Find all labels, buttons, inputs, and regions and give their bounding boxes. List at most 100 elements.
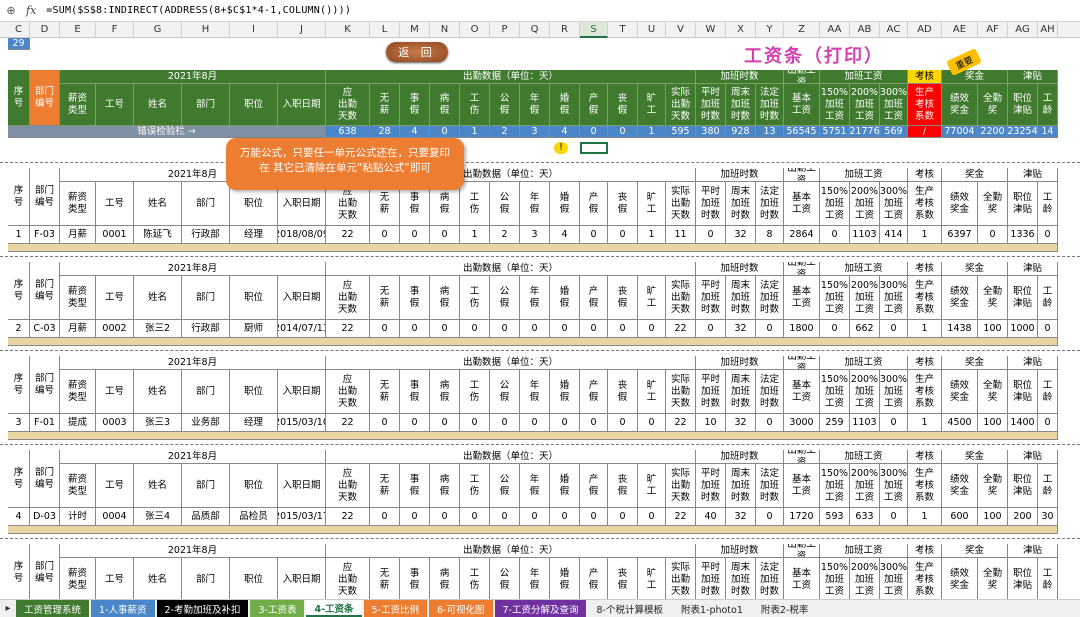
data-cell[interactable]: 0001 <box>96 226 134 244</box>
data-cell[interactable]: 0 <box>490 508 520 526</box>
data-cell[interactable]: 陈延飞 <box>134 226 182 244</box>
data-cell[interactable]: 0 <box>550 320 580 338</box>
data-cell[interactable]: 2 <box>8 320 30 338</box>
formula-input[interactable]: =SUM($S$8:INDIRECT(ADDRESS(8+$C$1*4-1,CO… <box>46 5 351 16</box>
data-cell[interactable]: 经理 <box>230 414 278 432</box>
data-cell[interactable]: 11 <box>666 226 696 244</box>
data-cell[interactable]: 业务部 <box>182 414 230 432</box>
column-header-ag[interactable]: AG <box>1008 22 1038 38</box>
data-cell[interactable]: 1103 <box>850 226 880 244</box>
data-cell[interactable]: 张三3 <box>134 414 182 432</box>
column-header-ad[interactable]: AD <box>908 22 942 38</box>
data-cell[interactable]: 0 <box>880 414 908 432</box>
data-cell[interactable]: 1103 <box>850 414 880 432</box>
data-cell[interactable]: 0 <box>580 508 608 526</box>
data-cell[interactable]: 100 <box>978 508 1008 526</box>
column-header-m[interactable]: M <box>400 22 430 38</box>
sheet-tab-5[interactable]: 5-工资比例 <box>363 600 428 617</box>
data-cell[interactable]: 4 <box>550 226 580 244</box>
column-header-s[interactable]: S <box>580 22 608 38</box>
data-cell[interactable]: 0 <box>400 414 430 432</box>
column-header-f[interactable]: F <box>96 22 134 38</box>
data-cell[interactable]: 40 <box>696 508 726 526</box>
data-cell[interactable]: 32 <box>726 320 756 338</box>
selected-cell[interactable] <box>580 142 608 154</box>
data-cell[interactable]: 0 <box>520 320 550 338</box>
data-cell[interactable]: 0 <box>370 508 400 526</box>
data-cell[interactable]: 1720 <box>784 508 820 526</box>
data-cell[interactable]: F-01 <box>30 414 60 432</box>
sheet-tab-10[interactable]: 附表2-税率 <box>752 600 817 617</box>
data-cell[interactable]: 2 <box>490 226 520 244</box>
data-cell[interactable]: 1000 <box>1008 320 1038 338</box>
data-cell[interactable]: 1400 <box>1008 414 1038 432</box>
data-cell[interactable]: 6397 <box>942 226 978 244</box>
data-cell[interactable]: 0 <box>460 508 490 526</box>
data-cell[interactable]: 1438 <box>942 320 978 338</box>
data-cell[interactable]: 3 <box>520 226 550 244</box>
data-cell[interactable]: 0 <box>880 320 908 338</box>
data-cell[interactable]: 4 <box>8 508 30 526</box>
data-cell[interactable]: 1 <box>908 414 942 432</box>
column-header-u[interactable]: U <box>638 22 666 38</box>
back-button[interactable]: 返 回 <box>386 42 448 62</box>
tab-scroll-icon[interactable]: ▸ <box>0 600 16 617</box>
data-cell[interactable]: F-03 <box>30 226 60 244</box>
data-cell[interactable]: 0 <box>1038 226 1058 244</box>
sheet-grid[interactable]: 返 回 工资条（打印） 重要 万能公式，只要任一单元公式还在，只要复印在 其它已… <box>0 38 1080 599</box>
data-cell[interactable]: 22 <box>326 320 370 338</box>
data-cell[interactable]: 0 <box>430 508 460 526</box>
data-cell[interactable]: 0 <box>520 508 550 526</box>
data-cell[interactable]: 2015/03/10 <box>278 414 326 432</box>
data-cell[interactable]: 1336 <box>1008 226 1038 244</box>
column-header-q[interactable]: Q <box>520 22 550 38</box>
data-cell[interactable]: 0 <box>756 508 784 526</box>
data-cell[interactable]: 0 <box>1038 320 1058 338</box>
data-cell[interactable]: 0 <box>580 226 608 244</box>
column-header-p[interactable]: P <box>490 22 520 38</box>
data-cell[interactable]: 2014/07/13 <box>278 320 326 338</box>
data-cell[interactable]: 0 <box>978 226 1008 244</box>
data-cell[interactable]: 1 <box>908 508 942 526</box>
data-cell[interactable]: 0 <box>880 508 908 526</box>
sheet-tab-0[interactable]: 工资管理系统 <box>16 600 90 617</box>
data-cell[interactable]: 32 <box>726 414 756 432</box>
data-cell[interactable]: 600 <box>942 508 978 526</box>
data-cell[interactable]: 0 <box>1038 414 1058 432</box>
data-cell[interactable]: 品检员 <box>230 508 278 526</box>
sheet-tab-2[interactable]: 2-考勤加班及补扣 <box>156 600 249 617</box>
data-cell[interactable]: 593 <box>820 508 850 526</box>
zoom-icon[interactable]: ⊕ <box>4 4 18 18</box>
data-cell[interactable]: 8 <box>756 226 784 244</box>
data-cell[interactable]: 0 <box>520 414 550 432</box>
data-cell[interactable]: 0004 <box>96 508 134 526</box>
column-header-z[interactable]: Z <box>784 22 820 38</box>
data-cell[interactable]: 3000 <box>784 414 820 432</box>
sheet-tab-8[interactable]: 8-个税计算模板 <box>588 600 671 617</box>
column-header-d[interactable]: D <box>30 22 60 38</box>
sheet-tab-4[interactable]: 4-工资条 <box>306 600 362 617</box>
column-header-g[interactable]: G <box>134 22 182 38</box>
data-cell[interactable]: 0 <box>696 226 726 244</box>
column-header-aa[interactable]: AA <box>820 22 850 38</box>
data-cell[interactable]: 0 <box>756 414 784 432</box>
column-header-t[interactable]: T <box>608 22 638 38</box>
data-cell[interactable]: 2015/03/17 <box>278 508 326 526</box>
warning-icon[interactable]: ! <box>554 142 568 154</box>
data-cell[interactable]: 行政部 <box>182 320 230 338</box>
data-cell[interactable]: 100 <box>978 320 1008 338</box>
column-header-ab[interactable]: AB <box>850 22 880 38</box>
data-cell[interactable]: 662 <box>850 320 880 338</box>
data-cell[interactable]: 0 <box>820 226 850 244</box>
data-cell[interactable]: 0 <box>400 226 430 244</box>
data-cell[interactable]: 1 <box>8 226 30 244</box>
data-cell[interactable]: 行政部 <box>182 226 230 244</box>
data-cell[interactable]: 0 <box>608 226 638 244</box>
data-cell[interactable]: 0 <box>638 414 666 432</box>
data-cell[interactable]: 0 <box>550 414 580 432</box>
column-header-ah[interactable]: AH <box>1038 22 1058 38</box>
data-cell[interactable]: 0 <box>550 508 580 526</box>
column-header-r[interactable]: R <box>550 22 580 38</box>
data-cell[interactable]: 2018/08/09 <box>278 226 326 244</box>
data-cell[interactable]: 22 <box>326 414 370 432</box>
